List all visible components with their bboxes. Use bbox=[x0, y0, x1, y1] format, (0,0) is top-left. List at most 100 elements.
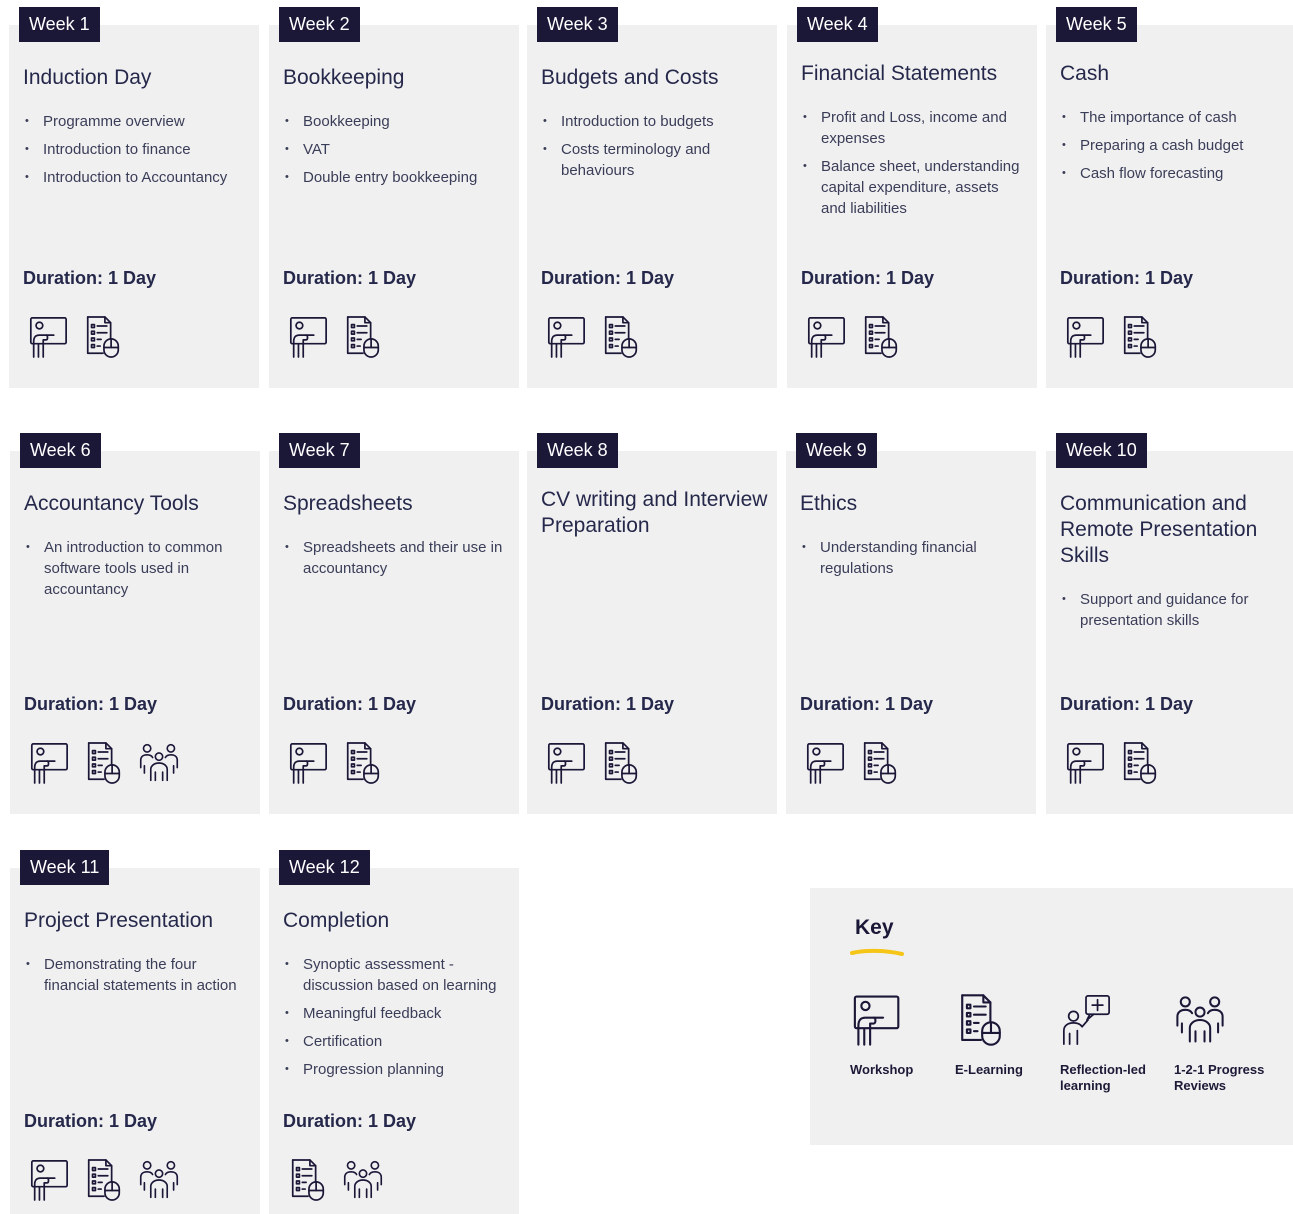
e-learning-icon bbox=[83, 1158, 125, 1202]
topic-item: The importance of cash bbox=[1060, 107, 1286, 128]
week-tab: Week 10 bbox=[1056, 433, 1147, 468]
delivery-icons bbox=[287, 315, 384, 359]
topic-item: Programme overview bbox=[23, 111, 249, 132]
topic-item: Progression planning bbox=[283, 1059, 509, 1080]
week-tab: Week 7 bbox=[279, 433, 360, 468]
e-learning-icon bbox=[342, 741, 384, 785]
delivery-icons bbox=[804, 741, 901, 785]
key-item: Reflection-led learning bbox=[1060, 993, 1170, 1094]
topic-list: Programme overview Introduction to financ… bbox=[23, 111, 249, 195]
topic-item: VAT bbox=[283, 139, 509, 160]
topic-item: Spreadsheets and their use in accountanc… bbox=[283, 537, 509, 579]
e-learning-icon bbox=[1119, 741, 1161, 785]
workshop-icon bbox=[545, 315, 587, 359]
card-title: Ethics bbox=[800, 492, 858, 515]
key-label: Workshop bbox=[850, 1062, 914, 1077]
week-card: Week 6 Accountancy Tools An introduction t… bbox=[10, 433, 260, 814]
week-card: Week 4 Financial Statements Profit and Los… bbox=[787, 7, 1037, 388]
key-item: Workshop bbox=[850, 993, 960, 1078]
topic-item: Introduction to Accountancy bbox=[23, 167, 249, 188]
delivery-icons bbox=[805, 315, 902, 359]
week-tab: Week 5 bbox=[1056, 7, 1137, 42]
topic-item: Preparing a cash budget bbox=[1060, 135, 1286, 156]
week-card: Week 11 Project Presentation Demonstrating… bbox=[10, 850, 260, 1214]
e-learning-icon bbox=[600, 315, 642, 359]
duration-label: Duration: 1 Day bbox=[24, 1111, 158, 1131]
topic-item: Cash flow forecasting bbox=[1060, 163, 1286, 184]
topic-item: Bookkeeping bbox=[283, 111, 509, 132]
e-learning-icon bbox=[860, 315, 902, 359]
card-title: Completion bbox=[283, 909, 390, 932]
e-learning-icon bbox=[1119, 315, 1161, 359]
delivery-icons bbox=[1064, 315, 1161, 359]
e-learning-icon bbox=[83, 741, 125, 785]
week-tab: Week 11 bbox=[20, 850, 110, 885]
topic-item: Introduction to budgets bbox=[541, 111, 767, 132]
week-card: Week 10 Communication and Remote Presenta… bbox=[1046, 433, 1293, 814]
topic-item: Demonstrating the four financial stateme… bbox=[24, 954, 250, 996]
duration-label: Duration: 1 Day bbox=[24, 694, 158, 714]
duration-label: Duration: 1 Day bbox=[1060, 268, 1194, 288]
week-tab: Week 9 bbox=[796, 433, 877, 468]
topic-item: Profit and Loss, income and expenses bbox=[801, 107, 1027, 149]
key-underline bbox=[850, 948, 904, 956]
week-card: Week 9 Ethics Understanding financial regu… bbox=[786, 433, 1036, 814]
duration-label: Duration: 1 Day bbox=[800, 694, 934, 714]
card-title: Induction Day bbox=[23, 66, 152, 89]
key-label: 1-2-1 Progress Reviews bbox=[1174, 1062, 1265, 1093]
week-card: Week 8 CV writing and Interview Preparati… bbox=[527, 433, 777, 814]
e-learning-icon bbox=[859, 741, 901, 785]
key-item: E-Learning bbox=[955, 993, 1065, 1078]
delivery-icons bbox=[287, 1158, 384, 1202]
topic-list: Synoptic assessment - discussion based o… bbox=[283, 954, 509, 1087]
topic-item: Understanding financial regulations bbox=[800, 537, 1026, 579]
workshop-icon bbox=[805, 315, 847, 359]
workshop-icon bbox=[28, 1158, 70, 1202]
week-tab: Week 4 bbox=[797, 7, 878, 42]
delivery-icons bbox=[27, 315, 124, 359]
workshop-icon bbox=[850, 993, 902, 1047]
delivery-icons bbox=[287, 741, 384, 785]
workshop-icon bbox=[287, 741, 329, 785]
week-tab: Week 8 bbox=[537, 433, 618, 468]
key-title: Key bbox=[855, 916, 894, 939]
duration-label: Duration: 1 Day bbox=[1060, 694, 1194, 714]
topic-item: Double entry bookkeeping bbox=[283, 167, 509, 188]
delivery-icons bbox=[1064, 741, 1161, 785]
card-title: Spreadsheets bbox=[283, 492, 413, 515]
duration-label: Duration: 1 Day bbox=[541, 268, 675, 288]
delivery-icons bbox=[545, 741, 642, 785]
topic-list: The importance of cash Preparing a cash b… bbox=[1060, 107, 1286, 191]
key-label: Reflection-led learning bbox=[1060, 1062, 1146, 1093]
week-tab: Week 12 bbox=[279, 850, 370, 885]
topic-list: Bookkeeping VAT Double entry bookkeeping bbox=[283, 111, 509, 195]
card-title: Budgets and Costs bbox=[541, 66, 719, 89]
key-label: E-Learning bbox=[955, 1062, 1023, 1077]
duration-label: Duration: 1 Day bbox=[801, 268, 935, 288]
week-tab: Week 1 bbox=[19, 7, 100, 42]
workshop-icon bbox=[1064, 741, 1106, 785]
card-title: Project Presentation bbox=[24, 909, 214, 932]
duration-label: Duration: 1 Day bbox=[23, 268, 157, 288]
card-title: Communication and Remote Presentation Sk… bbox=[1060, 492, 1258, 567]
workshop-icon bbox=[27, 315, 69, 359]
topic-list: Profit and Loss, income and expenses Bala… bbox=[801, 107, 1027, 226]
topic-item: Support and guidance for presentation sk… bbox=[1060, 589, 1286, 631]
topic-list: Spreadsheets and their use in accountanc… bbox=[283, 537, 509, 586]
progress-reviews-icon bbox=[342, 1158, 384, 1202]
week-tab: Week 6 bbox=[20, 433, 101, 468]
card-title: Financial Statements bbox=[801, 62, 998, 85]
week-card: Week 2 Bookkeeping Bookkeeping VAT Double en… bbox=[269, 7, 519, 388]
topic-item: Synoptic assessment - discussion based o… bbox=[283, 954, 509, 996]
week-card: Week 5 Cash The importance of cash Preparin… bbox=[1046, 7, 1293, 388]
progress-reviews-icon bbox=[1174, 993, 1226, 1047]
workshop-icon bbox=[545, 741, 587, 785]
e-learning-icon bbox=[82, 315, 124, 359]
topic-item: Balance sheet, understanding capital exp… bbox=[801, 156, 1027, 219]
week-card: Week 7 Spreadsheets Spreadsheets and their… bbox=[269, 433, 519, 814]
card-title: Cash bbox=[1060, 62, 1110, 85]
week-card: Week 3 Budgets and Costs Introduction to b… bbox=[527, 7, 777, 388]
duration-label: Duration: 1 Day bbox=[283, 1111, 417, 1131]
topic-list: An introduction to common software tools… bbox=[24, 537, 250, 607]
card-title: Accountancy Tools bbox=[24, 492, 199, 515]
